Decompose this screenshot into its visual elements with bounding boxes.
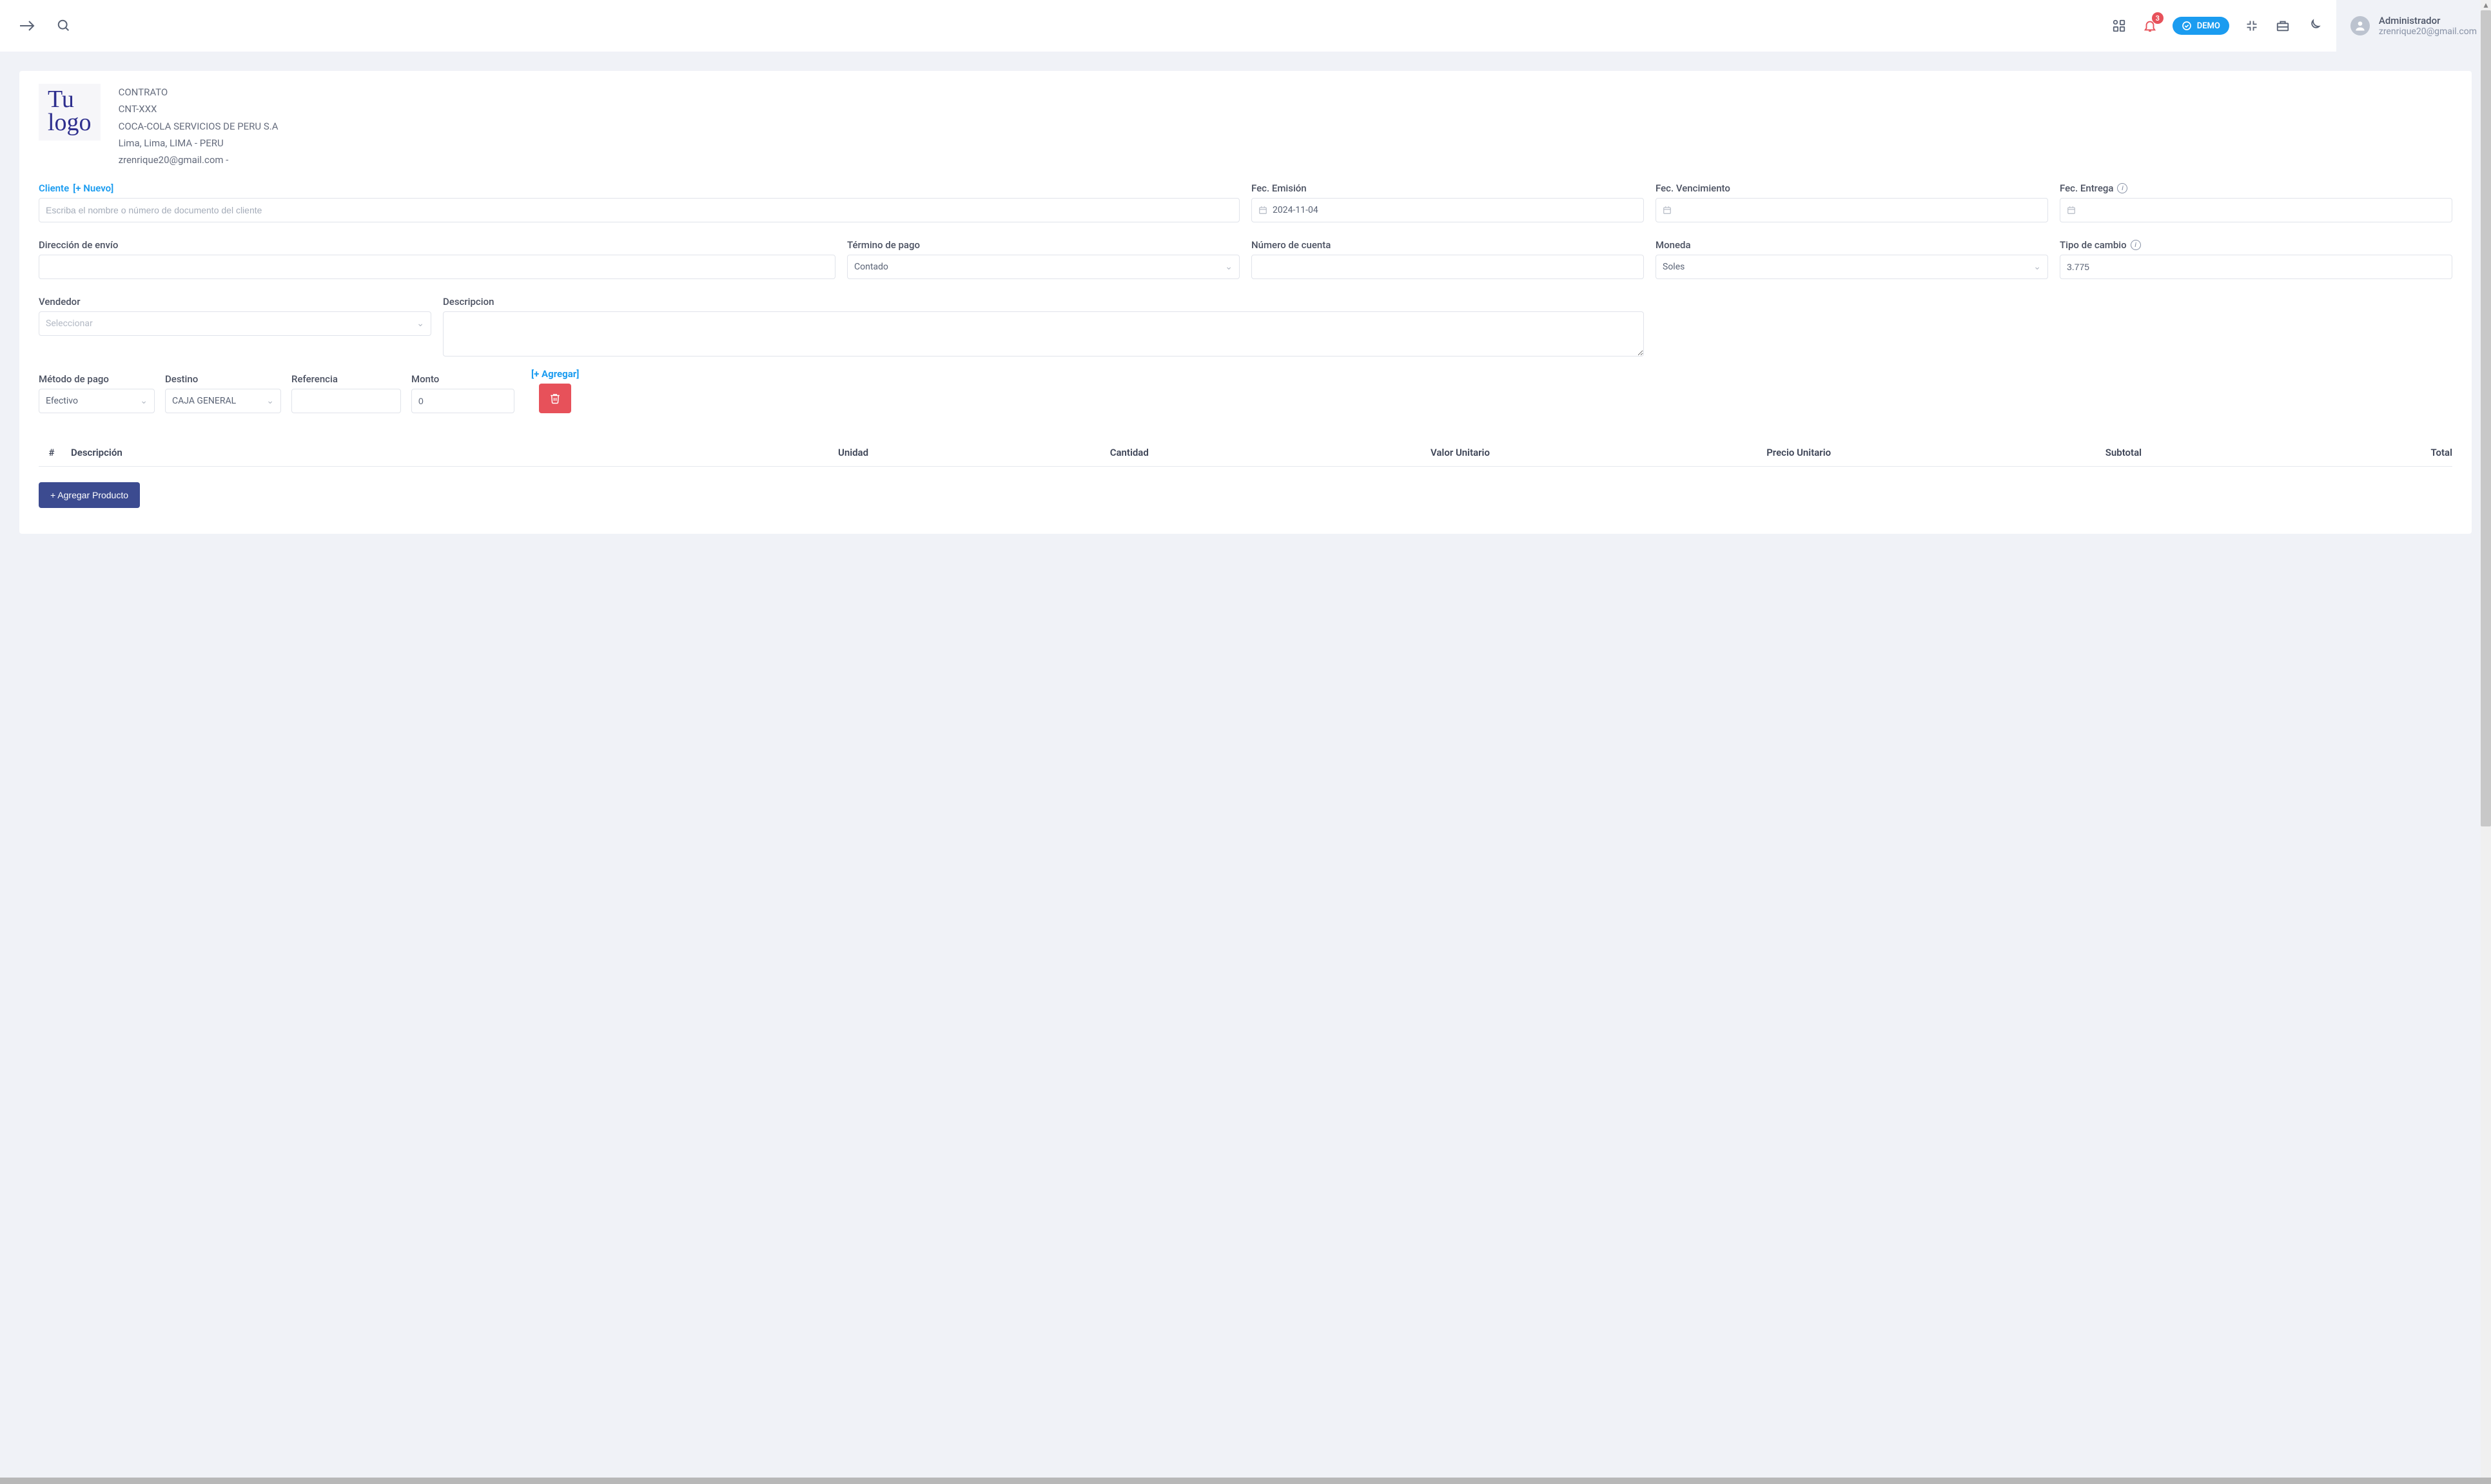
add-product-button[interactable]: + Agregar Producto bbox=[39, 482, 140, 508]
ship-address-input[interactable] bbox=[39, 255, 835, 279]
destination-select[interactable]: CAJA GENERAL ⌄ bbox=[165, 389, 281, 413]
add-payment-link[interactable]: [+ Agregar] bbox=[531, 368, 579, 380]
arrow-right-icon[interactable] bbox=[19, 17, 36, 34]
payment-term-label: Término de pago bbox=[847, 239, 1240, 251]
th-total: Total bbox=[2148, 447, 2452, 458]
info-icon[interactable]: i bbox=[2131, 240, 2141, 250]
payment-method-label: Método de pago bbox=[39, 373, 155, 385]
th-subtotal: Subtotal bbox=[1837, 447, 2142, 458]
search-icon[interactable] bbox=[55, 17, 72, 34]
th-unit: Unidad bbox=[625, 447, 869, 458]
client-input[interactable] bbox=[39, 198, 1240, 222]
moon-icon[interactable] bbox=[2305, 17, 2322, 34]
currency-select[interactable]: Soles ⌄ bbox=[1656, 255, 2048, 279]
client-label-link[interactable]: Cliente bbox=[39, 182, 69, 194]
new-client-link[interactable]: [+ Nuevo] bbox=[73, 182, 113, 194]
avatar bbox=[2350, 16, 2370, 35]
emission-date-label: Fec. Emisión bbox=[1251, 182, 1644, 194]
grid-icon[interactable] bbox=[2111, 17, 2127, 34]
user-menu[interactable]: Administrador zrenrique20@gmail.com bbox=[2336, 0, 2491, 52]
destination-label: Destino bbox=[165, 373, 281, 385]
due-date-input[interactable] bbox=[1656, 198, 2048, 222]
th-number: # bbox=[39, 447, 64, 458]
demo-button[interactable]: DEMO bbox=[2173, 17, 2229, 35]
chevron-down-icon: ⌄ bbox=[2033, 262, 2041, 272]
user-name: Administrador bbox=[2379, 15, 2477, 26]
currency-label: Moneda bbox=[1656, 239, 2048, 251]
trash-icon bbox=[549, 393, 561, 404]
description-label: Descripcion bbox=[443, 296, 1644, 308]
document-card: Tu logo CONTRATO CNT-XXX COCA-COLA SERVI… bbox=[19, 71, 2472, 534]
chevron-down-icon: ⌄ bbox=[266, 396, 274, 406]
delivery-date-input[interactable] bbox=[2060, 198, 2452, 222]
th-description: Descripción bbox=[71, 447, 619, 458]
notification-badge: 3 bbox=[2152, 12, 2164, 24]
topbar: 3 DEMO Administrador zrenriq bbox=[0, 0, 2491, 52]
minimize-icon[interactable] bbox=[2243, 17, 2260, 34]
emission-date-input[interactable]: 2024-11-04 bbox=[1251, 198, 1644, 222]
logo-placeholder: Tu logo bbox=[39, 84, 101, 141]
scrollbar-up-arrow[interactable]: ▴ bbox=[2481, 0, 2491, 10]
payment-method-select[interactable]: Efectivo ⌄ bbox=[39, 389, 155, 413]
account-number-label: Número de cuenta bbox=[1251, 239, 1644, 251]
exchange-rate-input[interactable] bbox=[2060, 255, 2452, 279]
calendar-icon bbox=[1258, 206, 1267, 215]
chevron-down-icon: ⌄ bbox=[1225, 262, 1233, 272]
scrollbar[interactable]: ▴ bbox=[2481, 0, 2491, 1484]
bottom-chrome-bar bbox=[0, 1478, 2491, 1484]
demo-label: DEMO bbox=[2197, 21, 2220, 31]
user-email: zrenrique20@gmail.com bbox=[2379, 26, 2477, 37]
calendar-icon bbox=[2067, 206, 2076, 215]
th-unit-price: Precio Unitario bbox=[1496, 447, 1831, 458]
document-info: CONTRATO CNT-XXX COCA-COLA SERVICIOS DE … bbox=[119, 84, 278, 168]
chevron-down-icon: ⌄ bbox=[140, 396, 148, 406]
th-quantity: Cantidad bbox=[875, 447, 1149, 458]
products-table-header: # Descripción Unidad Cantidad Valor Unit… bbox=[39, 431, 2452, 467]
calendar-icon bbox=[1663, 206, 1672, 215]
amount-input[interactable] bbox=[411, 389, 514, 413]
delete-payment-button[interactable] bbox=[539, 384, 571, 413]
seller-select[interactable]: Seleccionar ⌄ bbox=[39, 311, 431, 336]
exchange-rate-label: Tipo de cambio bbox=[2060, 239, 2127, 251]
ship-address-label: Dirección de envío bbox=[39, 239, 835, 251]
reference-input[interactable] bbox=[291, 389, 401, 413]
amount-label: Monto bbox=[411, 373, 514, 385]
briefcase-icon[interactable] bbox=[2274, 17, 2291, 34]
th-unit-value: Valor Unitario bbox=[1155, 447, 1490, 458]
chevron-down-icon: ⌄ bbox=[416, 318, 424, 329]
due-date-label: Fec. Vencimiento bbox=[1656, 182, 2048, 194]
payment-term-select[interactable]: Contado ⌄ bbox=[847, 255, 1240, 279]
reference-label: Referencia bbox=[291, 373, 401, 385]
scrollbar-thumb[interactable] bbox=[2481, 10, 2491, 826]
delivery-date-label: Fec. Entrega bbox=[2060, 182, 2113, 194]
account-number-input[interactable] bbox=[1251, 255, 1644, 279]
seller-label: Vendedor bbox=[39, 296, 431, 308]
bell-icon[interactable]: 3 bbox=[2142, 17, 2158, 34]
description-textarea[interactable] bbox=[443, 311, 1644, 356]
info-icon[interactable]: i bbox=[2117, 183, 2127, 193]
